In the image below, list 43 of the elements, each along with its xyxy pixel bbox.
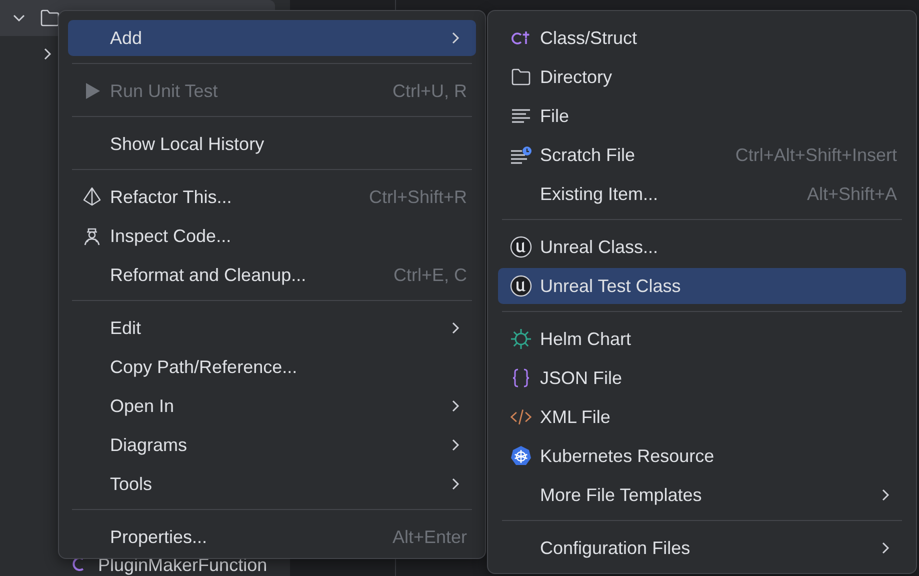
- submenu-item[interactable]: Diagrams: [68, 427, 476, 463]
- helm-wheel-icon: [510, 445, 532, 467]
- menu-item[interactable]: Unreal Test Class: [498, 268, 906, 304]
- menu-item[interactable]: Scratch File Ctrl+Alt+Shift+Insert: [498, 137, 906, 173]
- menu-item[interactable]: Kubernetes Resource: [498, 438, 906, 474]
- submenu-item[interactable]: Edit: [68, 310, 476, 346]
- menu-item[interactable]: Show Local History: [68, 126, 476, 162]
- menu-item[interactable]: File: [498, 98, 906, 134]
- wheel-icon: [510, 328, 532, 350]
- submenu-item[interactable]: Tools: [68, 466, 476, 502]
- menu-item[interactable]: Existing Item... Alt+Shift+A: [498, 176, 906, 212]
- menu-item[interactable]: Helm Chart: [498, 321, 906, 357]
- code-tag-icon: [510, 408, 532, 426]
- person-icon: [82, 226, 102, 246]
- submenu-item[interactable]: More File Templates: [498, 477, 906, 513]
- shortcut-label: Alt+Shift+A: [806, 184, 897, 204]
- lines-clock-icon: [510, 146, 532, 164]
- menu-item[interactable]: Copy Path/Reference...: [68, 349, 476, 385]
- u-emblem-icon: [510, 236, 532, 258]
- folder-icon: [511, 68, 531, 86]
- lines-icon: [511, 108, 531, 124]
- menu-item[interactable]: Inspect Code...: [68, 218, 476, 254]
- menu-item[interactable]: JSON File: [498, 360, 906, 396]
- menu-item[interactable]: Class/Struct: [498, 20, 906, 56]
- menu-item[interactable]: Reformat and Cleanup... Ctrl+E, C: [68, 257, 476, 293]
- shortcut-label: Ctrl+U, R: [392, 80, 467, 102]
- menu-item[interactable]: Directory: [498, 59, 906, 95]
- braces-icon: [511, 368, 531, 388]
- shortcut-label: Ctrl+E, C: [393, 264, 467, 286]
- shortcut-label: Ctrl+Shift+R: [368, 186, 467, 208]
- menu-item[interactable]: Properties... Alt+Enter: [68, 519, 476, 555]
- class-plus-icon: [511, 30, 531, 46]
- shortcut-label: Alt+Enter: [392, 526, 467, 548]
- u-emblem-icon: [510, 275, 532, 297]
- submenu-item[interactable]: Configuration Files: [498, 530, 906, 566]
- shortcut-label: Ctrl+Alt+Shift+Insert: [735, 144, 897, 166]
- pyramid-icon: [82, 187, 102, 207]
- submenu-item[interactable]: Add: [68, 20, 476, 56]
- play-icon: [83, 82, 101, 100]
- menu-item[interactable]: Unreal Class...: [498, 229, 906, 265]
- menu-item[interactable]: XML File: [498, 399, 906, 435]
- submenu-item[interactable]: Open In: [68, 388, 476, 424]
- menu-item[interactable]: Refactor This... Ctrl+Shift+R: [68, 179, 476, 215]
